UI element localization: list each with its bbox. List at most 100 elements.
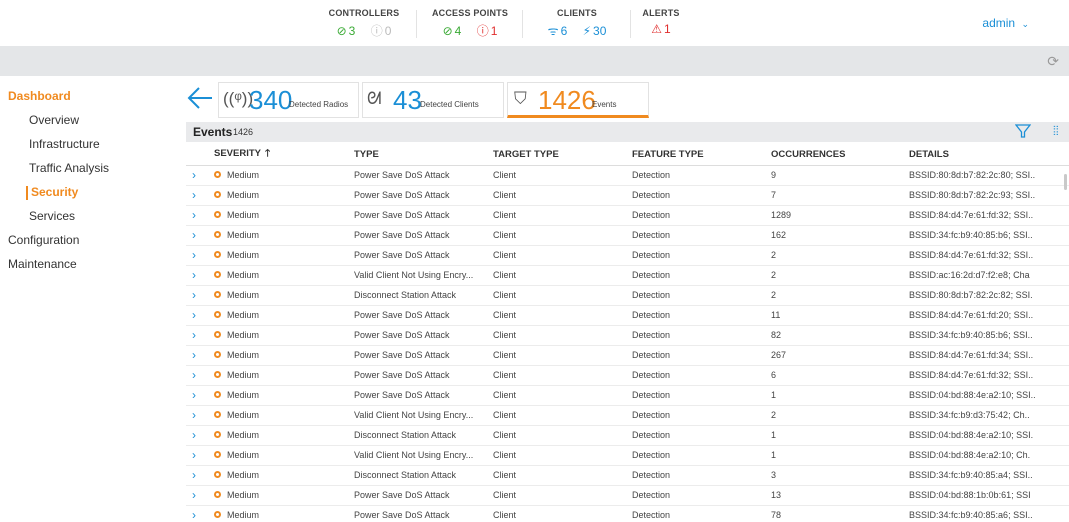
nav-dashboard[interactable]: Dashboard (0, 84, 175, 108)
column-header-details[interactable]: DETAILS (905, 145, 1069, 166)
table-row[interactable]: › Medium Power Save DoS Attack Client Detect… (186, 245, 1069, 266)
expand-chevron-icon[interactable]: › (186, 305, 210, 326)
severity-cell: Medium (210, 285, 350, 306)
feature-type-cell: Detection (628, 465, 767, 486)
expand-chevron-icon[interactable]: › (186, 225, 210, 246)
severity-medium-icon (214, 311, 221, 319)
table-row[interactable]: › Medium Power Save DoS Attack Client Detect… (186, 365, 1069, 386)
table-row[interactable]: › Medium Valid Client Not Using Encry... Cl… (186, 405, 1069, 426)
access-points-stat[interactable]: ACCESS POINTS ⊘ 4 ⓘ 1 (424, 8, 516, 39)
column-header-occurrences[interactable]: OCCURRENCES (767, 145, 905, 166)
nav-security[interactable]: Security (0, 180, 175, 204)
severity-medium-icon (214, 211, 221, 219)
severity-medium-icon (214, 191, 221, 199)
target-type-cell: Client (489, 205, 628, 226)
table-row[interactable]: › Medium Valid Client Not Using Encry... Cl… (186, 265, 1069, 286)
severity-medium-icon (214, 451, 221, 459)
severity-medium-icon (214, 231, 221, 239)
controllers-stat[interactable]: CONTROLLERS ⊘ 3 ⓘ 0 (320, 8, 408, 39)
table-scrollbar[interactable] (1064, 174, 1067, 190)
alerts-count[interactable]: ⚠ 1 (651, 22, 670, 36)
details-cell: BSSID:80:8d:b7:82:2c:93; SSI.. (905, 185, 1069, 206)
expand-chevron-icon[interactable]: › (186, 425, 210, 446)
refresh-icon[interactable]: ⟳ (1047, 53, 1059, 70)
clients-wireless[interactable]: ᯤ6 (548, 22, 568, 39)
expand-chevron-icon[interactable]: › (186, 505, 210, 522)
type-cell: Power Save DoS Attack (350, 385, 489, 406)
feature-type-cell: Detection (628, 385, 767, 406)
column-header-feature-type[interactable]: FEATURE TYPE (628, 145, 767, 166)
expand-chevron-icon[interactable]: › (186, 485, 210, 506)
column-header-severity[interactable]: SEVERITY 🡑 (210, 145, 350, 166)
card-detected-radios[interactable]: ((ᵠ)) 340 Detected Radios (218, 82, 359, 118)
table-row[interactable]: › Medium Power Save DoS Attack Client Detect… (186, 185, 1069, 206)
expand-chevron-icon[interactable]: › (186, 165, 210, 186)
occurrences-cell: 82 (767, 325, 905, 346)
alerts-stat[interactable]: ALERTS ⚠ 1 (638, 8, 684, 36)
chevron-down-icon: ⌄ (1021, 19, 1029, 29)
details-cell: BSSID:34:fc:b9:40:85:a6; SSI.. (905, 505, 1069, 522)
columns-icon[interactable]: ⦙⦙ (1053, 123, 1059, 139)
expand-chevron-icon[interactable]: › (186, 345, 210, 366)
filter-icon[interactable] (1015, 123, 1031, 139)
nav-services[interactable]: Services (0, 204, 175, 228)
expand-chevron-icon[interactable]: › (186, 405, 210, 426)
nav-overview[interactable]: Overview (0, 108, 175, 132)
expand-chevron-icon[interactable]: › (186, 185, 210, 206)
column-header-target-type[interactable]: TARGET TYPE (489, 145, 628, 166)
occurrences-cell: 2 (767, 405, 905, 426)
card-events[interactable]: ⛉ 1426 Events (507, 82, 649, 118)
table-row[interactable]: › Medium Power Save DoS Attack Client Detect… (186, 165, 1069, 186)
feature-type-cell: Detection (628, 165, 767, 186)
controllers-ok[interactable]: ⊘ 3 (337, 24, 356, 38)
type-cell: Power Save DoS Attack (350, 165, 489, 186)
table-row[interactable]: › Medium Power Save DoS Attack Client Detect… (186, 205, 1069, 226)
expand-chevron-icon[interactable]: › (186, 325, 210, 346)
expand-chevron-icon[interactable]: › (186, 245, 210, 266)
events-table: SEVERITY 🡑 TYPE TARGET TYPE FEATURE TYPE … (186, 145, 1069, 522)
card-detected-clients[interactable]: ᘛ 43 Detected Clients (362, 82, 504, 118)
table-row[interactable]: › Medium Power Save DoS Attack Client Detect… (186, 225, 1069, 246)
expand-chevron-icon[interactable]: › (186, 285, 210, 306)
expand-column-header (186, 145, 210, 166)
table-row[interactable]: › Medium Valid Client Not Using Encry... Cl… (186, 445, 1069, 466)
nav-configuration[interactable]: Configuration (0, 228, 175, 252)
table-row[interactable]: › Medium Power Save DoS Attack Client Detect… (186, 505, 1069, 522)
feature-type-cell: Detection (628, 305, 767, 326)
type-cell: Power Save DoS Attack (350, 245, 489, 266)
table-row[interactable]: › Medium Power Save DoS Attack Client Detect… (186, 325, 1069, 346)
controllers-offline[interactable]: ⓘ 0 (371, 22, 392, 39)
table-row[interactable]: › Medium Disconnect Station Attack Client De… (186, 465, 1069, 486)
expand-chevron-icon[interactable]: › (186, 385, 210, 406)
user-menu[interactable]: admin ⌄ (982, 16, 1029, 30)
back-arrow-icon[interactable] (186, 85, 214, 111)
target-type-cell: Client (489, 445, 628, 466)
ap-ok[interactable]: ⊘ 4 (443, 24, 462, 38)
target-type-cell: Client (489, 265, 628, 286)
expand-chevron-icon[interactable]: › (186, 465, 210, 486)
expand-chevron-icon[interactable]: › (186, 365, 210, 386)
table-row[interactable]: › Medium Power Save DoS Attack Client Detect… (186, 345, 1069, 366)
details-cell: BSSID:84:d4:7e:61:fd:32; SSI.. (905, 365, 1069, 386)
clients-stat[interactable]: CLIENTS ᯤ6 ⚡ 30 (530, 8, 624, 39)
severity-cell: Medium (210, 425, 350, 446)
expand-chevron-icon[interactable]: › (186, 445, 210, 466)
expand-chevron-icon[interactable]: › (186, 205, 210, 226)
nav-maintenance[interactable]: Maintenance (0, 252, 175, 276)
ap-down[interactable]: ⓘ 1 (477, 22, 498, 39)
nav-traffic-analysis[interactable]: Traffic Analysis (0, 156, 175, 180)
table-row[interactable]: › Medium Power Save DoS Attack Client Detect… (186, 305, 1069, 326)
nav-infrastructure[interactable]: Infrastructure (0, 132, 175, 156)
expand-chevron-icon[interactable]: › (186, 265, 210, 286)
table-header-row: SEVERITY 🡑 TYPE TARGET TYPE FEATURE TYPE … (186, 145, 1069, 166)
column-header-type[interactable]: TYPE (350, 145, 489, 166)
table-row[interactable]: › Medium Disconnect Station Attack Client De… (186, 285, 1069, 306)
table-row[interactable]: › Medium Power Save DoS Attack Client Detect… (186, 385, 1069, 406)
feature-type-cell: Detection (628, 445, 767, 466)
details-cell: BSSID:84:d4:7e:61:fd:32; SSI.. (905, 245, 1069, 266)
clients-wired[interactable]: ⚡ 30 (583, 24, 607, 38)
severity-cell: Medium (210, 325, 350, 346)
details-cell: BSSID:80:8d:b7:82:2c:82; SSI. (905, 285, 1069, 306)
table-row[interactable]: › Medium Disconnect Station Attack Client De… (186, 425, 1069, 446)
table-row[interactable]: › Medium Power Save DoS Attack Client Detect… (186, 485, 1069, 506)
